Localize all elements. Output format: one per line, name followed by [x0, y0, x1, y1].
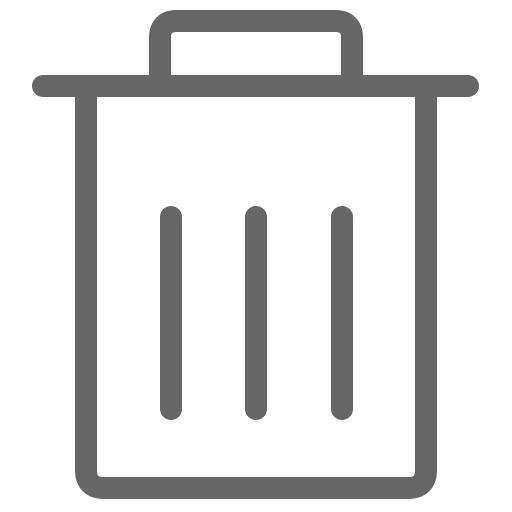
trash-icon: [32, 10, 479, 499]
trash-icon-button[interactable]: [0, 0, 512, 512]
trash-lid-handle: [149, 10, 363, 86]
